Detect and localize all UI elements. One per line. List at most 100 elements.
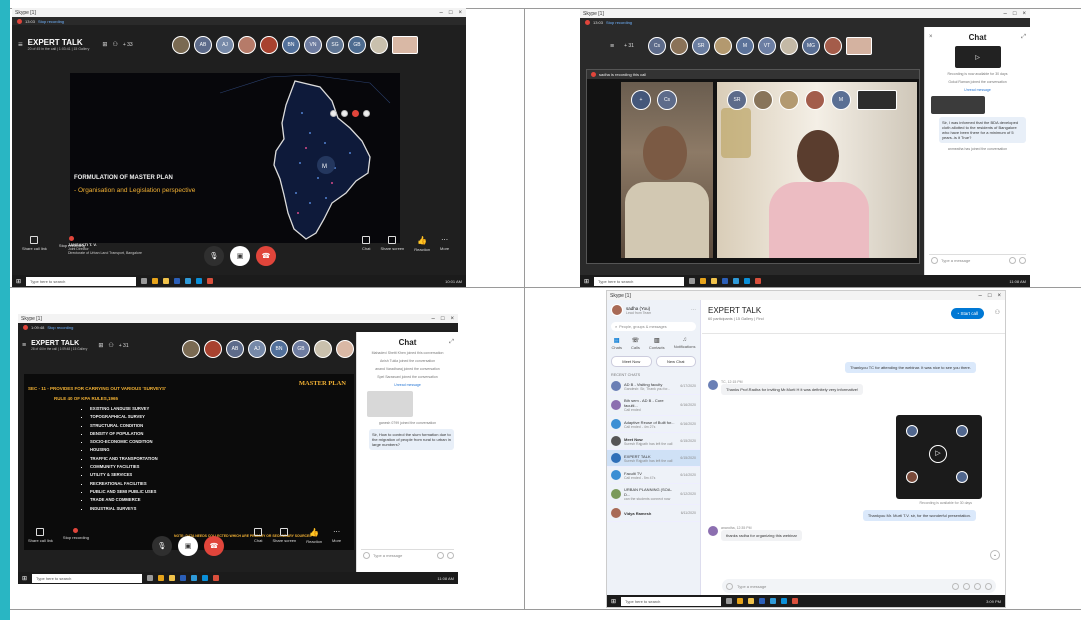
maximize-button[interactable]: □ bbox=[988, 293, 992, 299]
more-options-icon[interactable] bbox=[1019, 256, 1026, 264]
task-view-icon[interactable] bbox=[689, 278, 696, 284]
hamburger-icon[interactable]: ≡ bbox=[22, 342, 26, 349]
add-people-icon[interactable]: ⚇ bbox=[112, 41, 117, 48]
expand-chat-icon[interactable]: ⤢ bbox=[449, 339, 454, 346]
participant-avatar[interactable] bbox=[238, 36, 256, 54]
task-view-icon[interactable] bbox=[726, 598, 733, 604]
app-icon[interactable] bbox=[792, 598, 799, 604]
participant-avatar[interactable] bbox=[753, 90, 773, 110]
chrome-icon[interactable] bbox=[737, 598, 744, 604]
participant-avatar[interactable]: SG bbox=[326, 36, 344, 54]
edge-icon[interactable] bbox=[191, 575, 198, 581]
shared-image-message[interactable] bbox=[367, 391, 413, 417]
participant-avatar[interactable]: MG bbox=[801, 37, 820, 55]
attach-icon[interactable] bbox=[1009, 256, 1016, 264]
list-item-selected[interactable]: EXPERT TALK Suresh Rajpath has left the c… bbox=[607, 450, 700, 467]
windows-start-icon[interactable]: ⊞ bbox=[22, 575, 27, 582]
camera-button[interactable]: ▣ bbox=[230, 246, 250, 266]
nav-chats[interactable]: ▤ Chats bbox=[612, 337, 622, 350]
task-view-icon[interactable] bbox=[141, 278, 148, 284]
windows-start-icon[interactable]: ⊞ bbox=[611, 598, 616, 605]
close-button[interactable]: × bbox=[997, 293, 1001, 299]
participant-avatar[interactable] bbox=[314, 340, 332, 358]
meet-now-button[interactable]: Meet Now bbox=[611, 356, 652, 367]
expand-chat-icon[interactable]: ⤢ bbox=[1021, 34, 1026, 41]
participant-avatar[interactable] bbox=[823, 37, 842, 55]
mic-icon[interactable] bbox=[974, 582, 981, 590]
edge-icon[interactable] bbox=[770, 598, 777, 604]
minimize-button[interactable]: – bbox=[432, 316, 435, 322]
participant-avatar[interactable] bbox=[779, 90, 799, 110]
minimize-button[interactable]: – bbox=[1004, 11, 1007, 17]
folder-icon[interactable] bbox=[748, 598, 755, 604]
participant-overflow[interactable]: + 33 bbox=[123, 42, 133, 48]
chrome-icon[interactable] bbox=[158, 575, 165, 581]
participant-avatar[interactable]: BN bbox=[282, 36, 300, 54]
maximize-button[interactable]: □ bbox=[1013, 11, 1017, 17]
participant-avatar[interactable]: VT bbox=[757, 37, 776, 55]
chat-input[interactable]: Type a message bbox=[929, 254, 1026, 265]
stop-recording-link[interactable]: Stop recording bbox=[38, 19, 64, 24]
scroll-down-icon[interactable]: ⌄ bbox=[990, 550, 1000, 560]
participant-avatar[interactable]: BN bbox=[270, 340, 288, 358]
edge-icon[interactable] bbox=[185, 278, 192, 284]
reaction-button[interactable]: 👍 Reaction bbox=[306, 528, 322, 544]
emoji-icon[interactable] bbox=[931, 256, 938, 264]
participant-avatar[interactable]: Cs bbox=[657, 90, 677, 110]
more-icon[interactable]: ⋯ bbox=[691, 307, 696, 313]
participant-avatar[interactable]: AJ bbox=[216, 36, 234, 54]
chrome-icon[interactable] bbox=[152, 278, 159, 284]
start-call-button[interactable]: ◔ Start call bbox=[950, 308, 984, 319]
share-call-link-button[interactable]: Share call link bbox=[28, 528, 53, 543]
word-icon[interactable] bbox=[722, 278, 729, 284]
attach-icon[interactable] bbox=[437, 551, 444, 559]
word-icon[interactable] bbox=[759, 598, 766, 604]
participant-avatar[interactable] bbox=[182, 340, 200, 358]
stop-recording-button[interactable]: Stop recording bbox=[63, 528, 89, 543]
more-options-icon[interactable] bbox=[447, 551, 454, 559]
participant-avatar[interactable] bbox=[370, 36, 388, 54]
participant-avatar[interactable]: AB bbox=[194, 36, 212, 54]
hamburger-icon[interactable]: ≡ bbox=[18, 40, 23, 49]
participant-avatar[interactable] bbox=[779, 37, 798, 55]
close-button[interactable]: × bbox=[450, 316, 454, 322]
mic-icon[interactable] bbox=[330, 110, 337, 117]
participant-avatar[interactable]: + bbox=[631, 90, 651, 110]
participant-avatar[interactable] bbox=[669, 37, 688, 55]
participant-avatar[interactable]: AJ bbox=[248, 340, 266, 358]
participant-avatar[interactable]: Cs bbox=[647, 37, 666, 55]
windows-start-icon[interactable]: ⊞ bbox=[584, 278, 589, 285]
participant-avatar[interactable] bbox=[805, 90, 825, 110]
taskbar-search-box[interactable]: Type here to search bbox=[594, 276, 685, 286]
participant-avatar[interactable] bbox=[713, 37, 732, 55]
participant-avatar[interactable]: M bbox=[831, 90, 851, 110]
participant-avatar[interactable]: SR bbox=[691, 37, 710, 55]
windows-start-icon[interactable]: ⊞ bbox=[16, 278, 21, 285]
layout-icon[interactable]: ⊞ bbox=[102, 41, 107, 48]
message-composer[interactable]: Type a message bbox=[722, 579, 996, 593]
participant-avatar[interactable] bbox=[260, 36, 278, 54]
list-item[interactable]: Faculti TV Call ended - 5m 47s 6/14/2020 bbox=[607, 467, 700, 484]
hang-up-button[interactable]: ☎ bbox=[204, 536, 224, 556]
list-item[interactable]: Adaptive Reuse of Built for... Call ended… bbox=[607, 416, 700, 433]
word-icon[interactable] bbox=[174, 278, 181, 284]
hangup-mini-icon[interactable] bbox=[352, 110, 359, 117]
list-item[interactable]: Vidya Ramesh 6/11/2020 bbox=[607, 505, 700, 522]
new-chat-button[interactable]: New Chat bbox=[655, 356, 696, 367]
participant-avatar[interactable]: SR bbox=[727, 90, 747, 110]
camera-button[interactable]: ▣ bbox=[178, 536, 198, 556]
participant-avatar[interactable]: AB bbox=[226, 340, 244, 358]
skype-taskbar-icon[interactable] bbox=[202, 575, 209, 581]
participant-avatar[interactable] bbox=[845, 37, 872, 55]
video-icon[interactable] bbox=[341, 110, 348, 117]
reaction-button[interactable]: 👍 Reaction bbox=[414, 236, 430, 252]
app-icon[interactable] bbox=[213, 575, 220, 581]
word-icon[interactable] bbox=[180, 575, 187, 581]
image-icon[interactable] bbox=[952, 582, 959, 590]
participant-avatar[interactable]: M bbox=[735, 37, 754, 55]
recording-video-message[interactable]: ▷ bbox=[896, 415, 982, 499]
close-chat-icon[interactable]: × bbox=[929, 34, 933, 40]
participant-overflow[interactable]: + 31 bbox=[624, 43, 634, 49]
play-button-icon[interactable]: ▷ bbox=[929, 445, 947, 463]
stop-recording-link[interactable]: Stop recording bbox=[606, 20, 632, 25]
